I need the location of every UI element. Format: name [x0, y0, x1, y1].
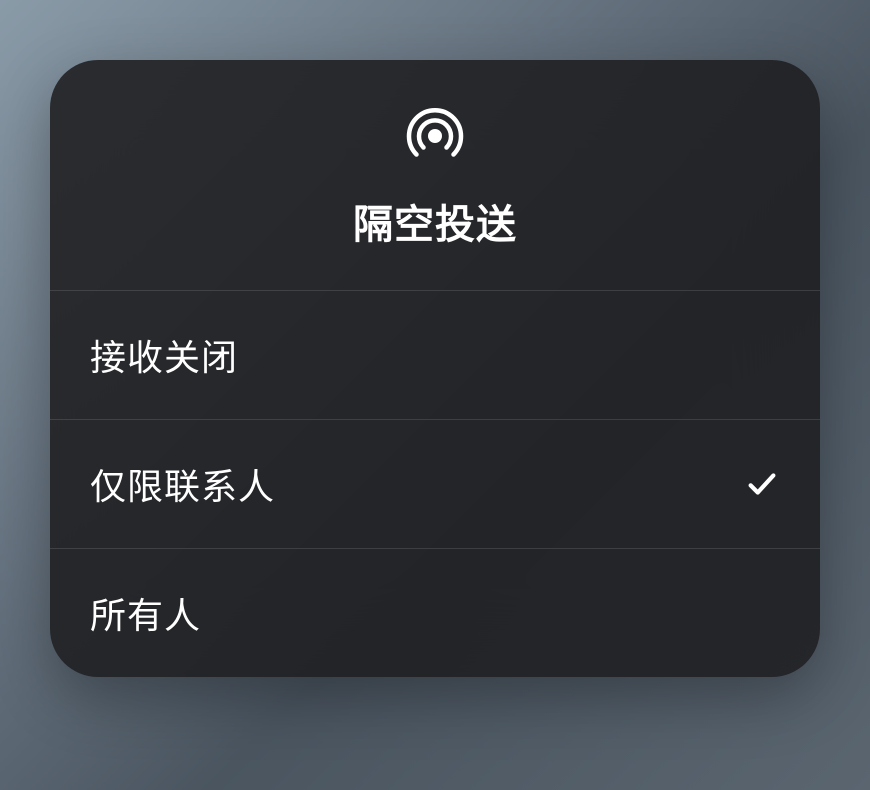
option-receiving-off[interactable]: 接收关闭: [50, 291, 820, 420]
airdrop-icon: [403, 104, 467, 168]
airdrop-panel: 隔空投送 接收关闭 仅限联系人 所有人: [50, 60, 820, 677]
option-label: 仅限联系人: [90, 458, 275, 510]
option-contacts-only[interactable]: 仅限联系人: [50, 420, 820, 549]
option-everyone[interactable]: 所有人: [50, 549, 820, 677]
options-list: 接收关闭 仅限联系人 所有人: [50, 291, 820, 677]
checkmark-icon: [744, 466, 780, 502]
option-label: 接收关闭: [90, 329, 238, 381]
panel-header: 隔空投送: [50, 60, 820, 291]
panel-title: 隔空投送: [353, 192, 517, 250]
option-label: 所有人: [90, 587, 201, 639]
